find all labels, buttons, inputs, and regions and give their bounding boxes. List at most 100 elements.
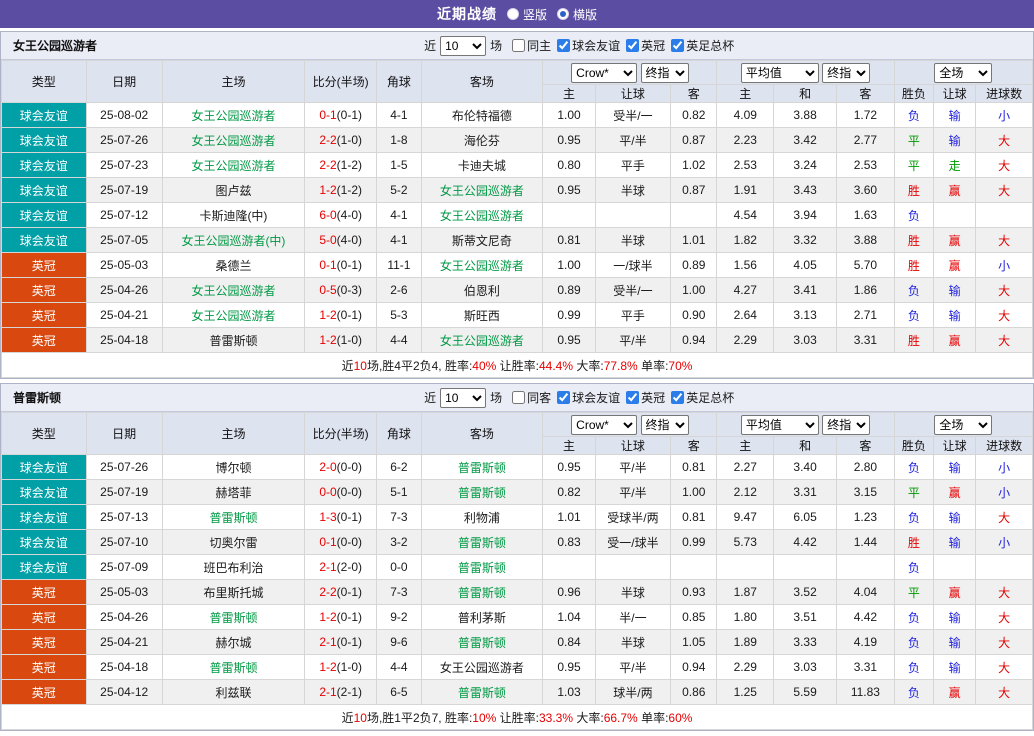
odds-group-header: Crow* 终指 [542,412,718,437]
avg-away-cell: 11.83 [836,679,895,705]
filter-checkbox[interactable] [626,391,640,404]
match-row: 英冠 25-05-03 桑德兰 0-1(0-1) 11-1 女王公园巡游者 1.00 一/球半… [1,252,1033,278]
goals-result-cell: 大 [975,579,1033,605]
filter-checkbox[interactable] [671,39,685,52]
results-table: 类型 日期 主场 比分(半场) 角球 客场 Crow* 终指 平均值 终指 全场 [1,412,1034,730]
fulltime-select[interactable]: 全场 [934,414,993,435]
corner-cell: 4-1 [376,227,422,253]
avg-away-cell: 4.19 [836,629,895,655]
goals-result-cell: 大 [975,127,1033,153]
fulltime-select[interactable]: 全场 [934,62,993,83]
col-type: 类型 [1,412,87,455]
odds-home-cell: 1.04 [542,604,596,630]
layout-radio-vertical[interactable]: 竖版 [506,6,547,23]
odds-final-select[interactable]: 终指 [640,62,689,83]
summary-segment: 60% [668,710,693,725]
home-team-cell: 切奥尔雷 [161,529,306,555]
match-type-badge: 英冠 [1,277,87,303]
filter-label: 球会友谊 [572,39,621,53]
home-team-cell: 普雷斯顿 [161,604,306,630]
filter-checkbox[interactable] [512,391,526,404]
home-team-cell: 班巴布利治 [161,554,306,580]
radio-icon-horizontal [557,8,569,20]
home-team-cell: 利兹联 [161,679,306,705]
filter-checkbox[interactable] [557,391,571,404]
col-date: 日期 [85,60,163,103]
match-date-cell: 25-07-13 [85,504,163,530]
handicap-cell: 平/半 [594,127,672,153]
filter-option[interactable]: 英足总杯 [671,389,734,406]
filter-checkbox[interactable] [671,391,685,404]
odds-away-cell: 0.90 [670,302,718,328]
result-cell: 负 [893,504,934,530]
summary-segment: 大率: [573,710,604,725]
odds-source-select[interactable]: Crow* [571,62,638,83]
summary-row: 近10场,胜4平2负4, 胜率:40% 让胜率:44.4% 大率:77.8% 单… [1,352,1033,378]
summary-segment: 66.7% [603,710,638,725]
handicap-result-cell: 输 [932,454,977,480]
avg-away-cell: 2.71 [836,302,895,328]
col-date: 日期 [85,412,163,455]
filter-option[interactable]: 英冠 [626,37,665,54]
filter-option[interactable]: 球会友谊 [557,37,620,54]
radio-icon-vertical [506,8,519,20]
handicap-cell: 半球 [594,227,672,253]
col-home: 主场 [161,412,306,455]
filter-option[interactable]: 同客 [512,389,551,406]
match-date-cell: 25-04-26 [85,277,163,303]
avg-source-select[interactable]: 平均值 [740,62,819,83]
filter-option[interactable]: 英冠 [626,389,665,406]
match-row: 英冠 25-04-18 普雷斯顿 1-2(1-0) 4-4 女王公园巡游者 0.95 平/半 0… [1,654,1033,680]
avg-away-cell: 1.63 [836,202,895,228]
home-team-cell: 女王公园巡游者 [161,152,306,178]
handicap-cell: 平手 [594,302,672,328]
recent-count-select[interactable]: 10 [440,35,487,56]
odds-final-select[interactable]: 终指 [640,414,689,435]
avg-draw-cell: 3.94 [773,202,838,228]
subcol-odds-away: 客 [670,84,718,103]
avg-away-cell: 3.88 [836,227,895,253]
avg-home-cell: 4.27 [716,277,775,303]
avg-draw-cell: 6.05 [773,504,838,530]
odds-home-cell: 0.95 [542,454,596,480]
summary-segment: 10 [353,710,367,725]
avg-draw-cell: 4.05 [773,252,838,278]
match-row: 英冠 25-04-12 利兹联 2-1(2-1) 6-5 普雷斯顿 1.03 球半/两 0.86… [1,679,1033,705]
filter-checkbox[interactable] [512,39,526,52]
avg-home-cell: 2.64 [716,302,775,328]
handicap-cell: 半球 [594,629,672,655]
handicap-cell: 一/球半 [594,252,672,278]
result-cell: 负 [893,277,934,303]
odds-home-cell: 1.00 [542,102,596,128]
fulltime-group-header: 全场 [893,412,1034,437]
handicap-result-cell: 走 [932,152,977,178]
filter-option[interactable]: 同主 [512,37,551,54]
avg-final-select[interactable]: 终指 [822,62,871,83]
match-type-badge: 球会友谊 [1,202,87,228]
col-corner: 角球 [376,412,422,455]
match-type-badge: 球会友谊 [1,504,87,530]
layout-radio-horizontal[interactable]: 横版 [557,6,597,23]
subcol-handicap: 让球 [594,436,672,455]
summary-segment: 33.3% [539,710,574,725]
recent-count-select[interactable]: 10 [440,387,487,408]
avg-final-select[interactable]: 终指 [822,414,871,435]
odds-source-select[interactable]: Crow* [571,414,638,435]
avg-home-cell: 1.56 [716,252,775,278]
fulltime-score: 2-1 [319,635,337,649]
corner-cell: 9-6 [376,629,422,655]
avg-away-cell: 1.44 [836,529,895,555]
subcol-avg-draw: 和 [773,436,838,455]
match-type-badge: 英冠 [1,604,87,630]
avg-away-cell: 2.53 [836,152,895,178]
avg-away-cell: 3.60 [836,177,895,203]
handicap-result-cell: 输 [932,654,977,680]
filter-checkbox[interactable] [626,39,640,52]
result-cell: 胜 [893,252,934,278]
filter-checkbox[interactable] [557,39,571,52]
avg-source-select[interactable]: 平均值 [740,414,819,435]
filter-option[interactable]: 英足总杯 [671,37,734,54]
results-table: 类型 日期 主场 比分(半场) 角球 客场 Crow* 终指 平均值 终指 全场 [1,60,1034,378]
filter-option[interactable]: 球会友谊 [557,389,620,406]
score-cell: 1-3(0-1) [304,504,378,530]
